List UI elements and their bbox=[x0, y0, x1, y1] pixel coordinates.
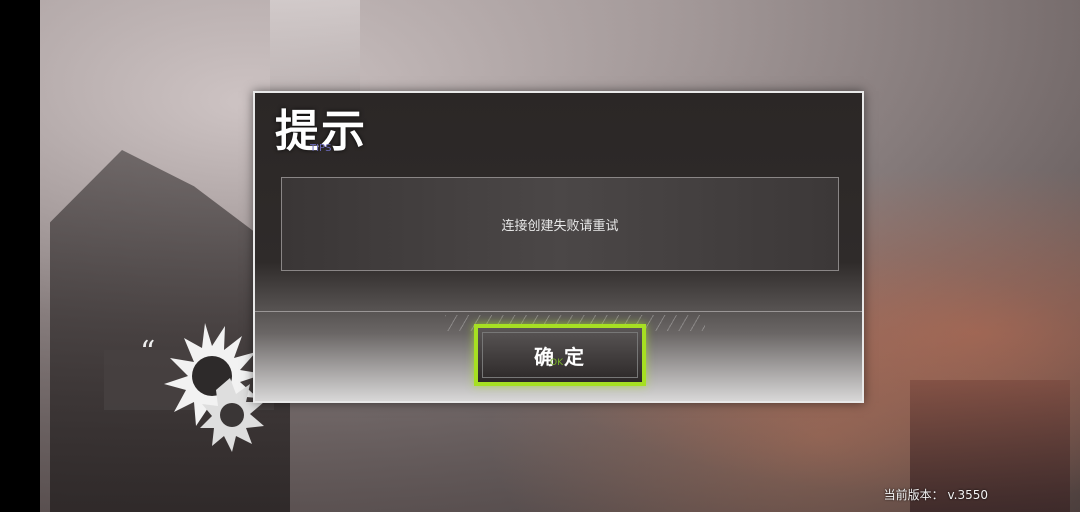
dialog-subtitle: TIPS bbox=[310, 143, 332, 154]
confirm-button[interactable]: 确定 OK bbox=[474, 324, 646, 386]
confirm-button-sublabel[interactable]: OK bbox=[550, 358, 563, 368]
dialog-divider bbox=[255, 311, 862, 312]
version-label: 当前版本： v.3550 bbox=[883, 488, 988, 502]
left-edge bbox=[0, 0, 40, 512]
confirm-button-inner[interactable]: 确定 bbox=[482, 332, 638, 378]
message-box: 连接创建失败请重试 bbox=[281, 177, 839, 271]
message-text: 连接创建失败请重试 bbox=[501, 218, 619, 234]
quote-icon: “ bbox=[140, 335, 156, 370]
tips-dialog: 提示 TIPS 连接创建失败请重试 确定 OK bbox=[253, 91, 864, 403]
